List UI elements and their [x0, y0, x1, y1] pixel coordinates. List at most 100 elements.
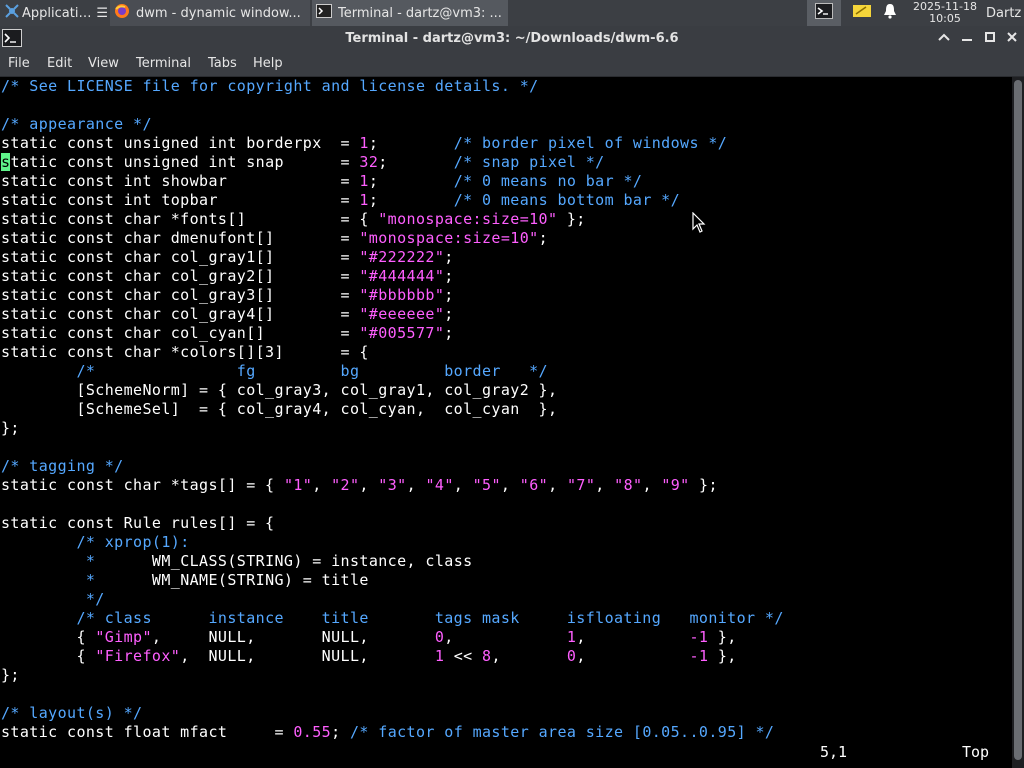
- code-token: ;: [444, 286, 454, 304]
- code-line: static const char *fonts[] = { "monospac…: [1, 210, 784, 229]
- maximize-icon: [984, 31, 996, 47]
- cursor-position: 5,1: [820, 743, 848, 761]
- applications-label: Applications: [22, 5, 93, 21]
- code-token: };: [557, 210, 586, 228]
- code-line: static const char col_gray3[] = "#bbbbbb…: [1, 286, 784, 305]
- code-line: /* xprop(1):: [1, 533, 784, 552]
- applications-menu-button[interactable]: Applications ☰: [2, 0, 108, 26]
- code-token: ;: [444, 324, 454, 342]
- panel-notifications-button[interactable]: [880, 0, 900, 26]
- applications-suffix: ☰: [96, 5, 108, 21]
- menu-tabs[interactable]: Tabs: [208, 51, 237, 76]
- code-token: /* tagging */: [1, 457, 124, 475]
- code-token: static const Rule rules[] = {: [1, 514, 275, 532]
- code-token: 32: [359, 153, 379, 171]
- taskbar-window-firefox[interactable]: dwm - dynamic window...: [110, 0, 310, 26]
- code-token: static const char col_gray1[] =: [1, 248, 360, 266]
- terminal-view[interactable]: /* See LICENSE file for copyright and li…: [0, 77, 1024, 768]
- code-token: static const char col_gray3[] =: [1, 286, 360, 304]
- code-token: 1: [359, 172, 369, 190]
- code-token: */: [1, 590, 105, 608]
- code-line: /* appearance */: [1, 115, 784, 134]
- panel-clock[interactable]: 2025-11-18 10:05: [906, 0, 984, 26]
- code-token: <<: [444, 647, 483, 665]
- code-token: "9": [661, 476, 690, 494]
- shade-button[interactable]: [933, 26, 955, 51]
- code-line: * WM_NAME(STRING) = title: [1, 571, 784, 590]
- code-token: tatic const unsigned int snap =: [10, 153, 360, 171]
- code-line: static const char col_gray1[] = "#222222…: [1, 248, 784, 267]
- code-token: ,: [595, 476, 615, 494]
- code-token: "7": [566, 476, 596, 494]
- code-token: ;: [444, 305, 454, 323]
- code-token: {: [1, 647, 96, 665]
- code-token: "#eeeeee": [359, 305, 445, 323]
- code-token: ,: [453, 476, 473, 494]
- code-line: static const int showbar = 1; /* 0 means…: [1, 172, 784, 191]
- code-token: static const char col_cyan[] =: [1, 324, 360, 342]
- menu-edit[interactable]: Edit: [47, 51, 72, 76]
- close-icon: [1006, 31, 1018, 47]
- code-token: /* xprop(1):: [76, 533, 190, 551]
- editor-buffer[interactable]: /* See LICENSE file for copyright and li…: [1, 77, 784, 742]
- panel-terminal-launcher[interactable]: [807, 0, 841, 26]
- code-token: ,: [406, 476, 426, 494]
- taskbar-window-terminal[interactable]: Terminal - dartz@vm3: ...: [312, 0, 508, 26]
- code-token: 0: [434, 628, 445, 646]
- code-token: ,: [576, 628, 690, 646]
- code-token: "3": [378, 476, 407, 494]
- code-token: /* border pixel of windows */: [453, 134, 728, 152]
- code-line: * WM_CLASS(STRING) = instance, class: [1, 552, 784, 571]
- scroll-position: Top: [962, 743, 990, 761]
- close-button[interactable]: [1001, 26, 1023, 51]
- menu-help[interactable]: Help: [253, 51, 283, 76]
- code-line: /* class instance title tags mask isfloa…: [1, 609, 784, 628]
- menu-bar: File Edit View Terminal Tabs Help: [0, 51, 1024, 77]
- code-token: [SchemeSel] = { col_gray4, col_cyan, col…: [1, 400, 558, 418]
- window-titlebar[interactable]: Terminal - dartz@vm3: ~/Downloads/dwm-6.…: [0, 26, 1024, 51]
- clock-time: 10:05: [929, 12, 961, 25]
- terminal-scrollbar[interactable]: [1012, 77, 1024, 768]
- scrollbar-thumb[interactable]: [1014, 80, 1022, 760]
- code-token: 1: [434, 647, 445, 665]
- menu-file[interactable]: File: [8, 51, 30, 76]
- menu-view[interactable]: View: [88, 51, 119, 76]
- code-token: ;: [368, 172, 454, 190]
- code-token: "8": [614, 476, 643, 494]
- code-token: /* layout(s) */: [1, 704, 143, 722]
- code-line: /* layout(s) */: [1, 704, 784, 723]
- code-line: static const int topbar = 1; /* 0 means …: [1, 191, 784, 210]
- code-line: static const char col_gray2[] = "#444444…: [1, 267, 784, 286]
- minimize-icon: [961, 31, 973, 46]
- code-token: ,: [444, 628, 567, 646]
- code-token: ;: [331, 723, 350, 741]
- code-token: "#bbbbbb": [359, 286, 445, 304]
- code-line: static const char *colors[][3] = {: [1, 343, 784, 362]
- code-token: ,: [359, 476, 379, 494]
- maximize-button[interactable]: [979, 26, 1001, 51]
- code-token: [SchemeNorm] = { col_gray3, col_gray1, c…: [1, 381, 558, 399]
- code-token: static const char *fonts[] = {: [1, 210, 379, 228]
- user-name: Dartz: [986, 5, 1022, 21]
- code-token: static const float mfact =: [1, 723, 294, 741]
- panel-user-menu[interactable]: Dartz: [986, 0, 1024, 26]
- menu-terminal[interactable]: Terminal: [136, 51, 191, 76]
- panel-notes-button[interactable]: [851, 0, 873, 26]
- minimize-button[interactable]: [956, 26, 978, 51]
- code-line: /* fg bg border */: [1, 362, 784, 381]
- code-line: static const unsigned int snap = 32; /* …: [1, 153, 784, 172]
- code-token: static const int showbar =: [1, 172, 360, 190]
- code-token: "Firefox": [95, 647, 181, 665]
- code-token: "#005577": [359, 324, 445, 342]
- code-token: WM_CLASS(STRING) = instance, class: [151, 552, 473, 570]
- code-token: {: [1, 628, 96, 646]
- code-token: ,: [500, 476, 520, 494]
- firefox-icon: [114, 3, 130, 23]
- code-token: ;: [538, 229, 548, 247]
- code-token: /* factor of master area size [0.05..0.9…: [349, 723, 775, 741]
- code-token: "4": [425, 476, 454, 494]
